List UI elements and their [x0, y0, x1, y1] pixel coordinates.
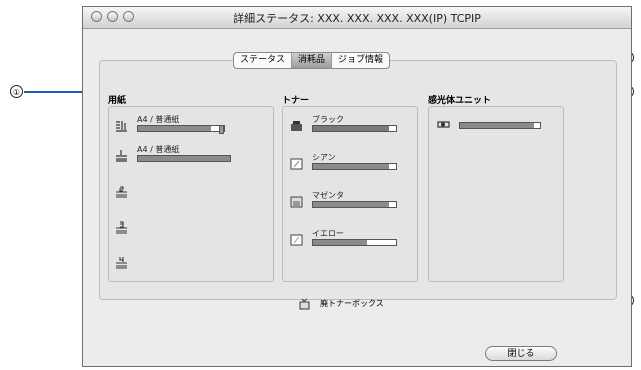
paper-tray-icon	[116, 186, 127, 198]
paper-tray-icon	[116, 150, 127, 162]
toner-cyan-icon	[290, 158, 303, 170]
toner-black-icon	[291, 121, 302, 131]
toner-level-bar	[312, 125, 397, 132]
waste-toner-label: 廃トナーボックス	[320, 299, 384, 308]
toner-box: ブラック シアン マゼンタ イエロー	[282, 106, 418, 282]
tab-bar: ステータス 消耗品 ジョブ情報	[233, 52, 391, 69]
photo-section-title: 感光体ユニット	[428, 96, 492, 106]
toner-level-bar	[312, 201, 397, 208]
title-bar[interactable]: 詳細ステータス: XXX. XXX. XXX. XXX(IP) TCPIP	[83, 7, 631, 29]
toner-label: ブラック	[312, 115, 344, 124]
status-window: 詳細ステータス: XXX. XXX. XXX. XXX(IP) TCPIP 用紙…	[82, 6, 632, 367]
photo-level-bar	[459, 122, 541, 129]
tray-level-bar	[137, 125, 225, 132]
toner-label: イエロー	[312, 229, 344, 238]
toner-label: シアン	[312, 153, 336, 162]
toner-label: マゼンタ	[312, 191, 344, 200]
callout-1: ①	[10, 85, 23, 98]
paper-box: A4 / 普通紙 A4 / 普通紙	[108, 106, 274, 282]
tray-label: A4 / 普通紙	[137, 115, 180, 124]
toner-section-title: トナー	[282, 96, 310, 106]
toner-level-bar	[312, 163, 397, 170]
toner-level-bar	[312, 239, 397, 246]
photo-box	[428, 106, 564, 282]
close-button[interactable]: 閉じる	[485, 346, 557, 361]
supplies-panel: 用紙 A4 / 普通紙 A4 / 普通紙 トナー ブラック シアン マゼンタ イ…	[99, 60, 617, 310]
waste-toner-icon	[299, 298, 310, 310]
tab-status[interactable]: ステータス	[234, 53, 293, 68]
paper-tray-icon	[116, 121, 127, 132]
paper-tray-icon	[116, 257, 127, 269]
tray-level-bar	[137, 155, 231, 162]
photoconductor-icon	[437, 121, 450, 128]
paper-tray-icon	[116, 221, 127, 234]
tab-job-info[interactable]: ジョブ情報	[332, 53, 389, 68]
tab-supplies[interactable]: 消耗品	[292, 53, 333, 68]
toner-yellow-icon	[290, 234, 303, 246]
paper-section-title: 用紙	[108, 96, 127, 106]
window-title: 詳細ステータス: XXX. XXX. XXX. XXX(IP) TCPIP	[233, 12, 481, 25]
toner-magenta-icon	[290, 196, 303, 208]
tray-label: A4 / 普通紙	[137, 145, 180, 154]
